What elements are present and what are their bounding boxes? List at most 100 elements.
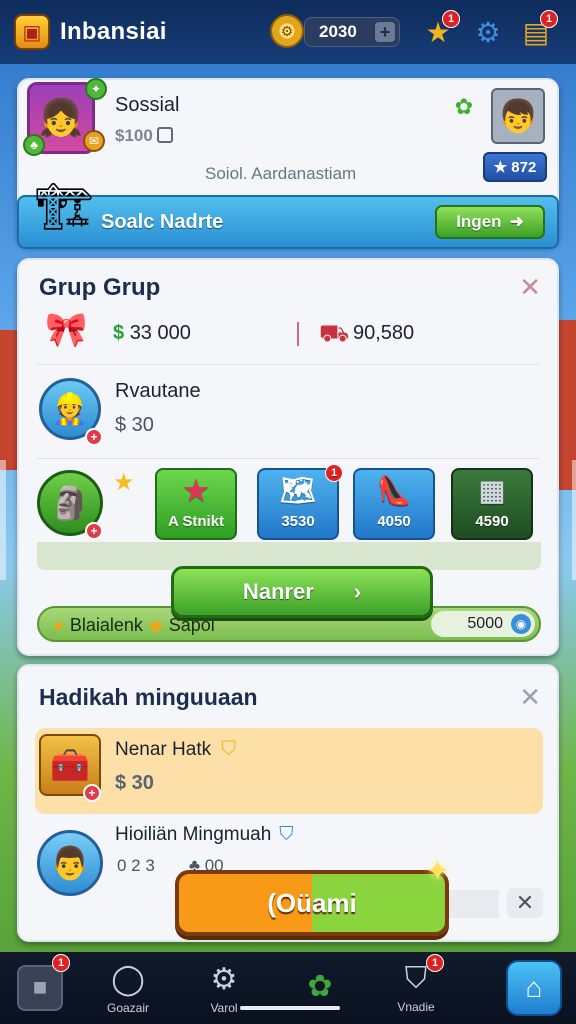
status-left-label: Blaialenk: [69, 615, 143, 635]
nav-badge: 1: [52, 954, 70, 972]
bottom-nav: ■ 1 ◯ Goazair ⚙ Varol ✿ ⛉ 1 Vnadie ⌂: [0, 952, 576, 1024]
arrow-right-icon: ›: [353, 579, 362, 604]
tile-label: A Stnikt: [167, 513, 225, 530]
nav-badge: 1: [426, 954, 444, 972]
group-card: Grup Grup ✕ 🎀 $ 33 000 ⛟ 90,580 👷 + Rvau…: [17, 258, 559, 656]
login-button[interactable]: Ingen ➜: [435, 205, 545, 239]
player-name: Sossial: [115, 94, 180, 116]
tile-stone[interactable]: ▦ 4590: [451, 468, 533, 540]
social-bar: 🏗 Soalc Nadrte Ingen ➜: [17, 180, 559, 249]
nav-item-gear[interactable]: ⚙ Varol: [176, 952, 272, 1024]
top-bar: ▣ Inbansiai ⚙ 2030 + ★ 1 ⚙ ▤ 1: [0, 0, 576, 64]
info-icon[interactable]: [156, 127, 173, 143]
tile-icon: ■: [17, 965, 63, 1011]
reward-item-1-label: Nenar Hatk: [115, 738, 212, 760]
divider: [37, 364, 539, 365]
friends-icon: ✿: [307, 969, 333, 1003]
eye-icon: ◉: [511, 614, 531, 634]
coin-icon: ⚙: [270, 14, 304, 48]
tile-label: 4590: [475, 513, 509, 530]
cart-icon: ⛟: [319, 320, 350, 347]
nav-item-home-tile[interactable]: ■ 1: [0, 952, 80, 1024]
app-logo-icon: ▣: [14, 14, 50, 50]
nav-label: Goazair: [106, 1000, 150, 1015]
reward-close-button[interactable]: ✕: [519, 682, 541, 713]
reward-item-1-title: Nenar Hatk ⛉: [115, 738, 236, 761]
dismiss-button[interactable]: ✕: [507, 888, 543, 918]
status-right[interactable]: 5000 ◉: [431, 611, 535, 637]
reward-item-2-avatar[interactable]: 👨: [37, 830, 103, 896]
nav-label: Vnadie: [397, 1000, 435, 1014]
clover-icon: ♣: [23, 134, 45, 156]
claim-button[interactable]: (Oüami: [175, 870, 449, 936]
shoe-icon: 👠: [376, 475, 412, 506]
sparkle-icon: ✦: [425, 855, 451, 888]
shop-icon: ⛉: [404, 962, 428, 995]
coin-icon: ●: [53, 615, 64, 635]
home-indicator: [240, 1006, 340, 1010]
plus-badge-icon: +: [85, 428, 103, 446]
gift-icon[interactable]: ▤ 1: [518, 10, 558, 50]
nav-item-shop[interactable]: ⛉ 1 Vnadie: [368, 952, 464, 1024]
group-money-a: $ 33 000: [113, 322, 191, 344]
home-button[interactable]: ⌂: [506, 960, 562, 1016]
reward-item-1-price: $ 30: [115, 772, 154, 794]
reward-item-2-title: Hioiliän Mingmuah ⛉: [115, 824, 294, 846]
star-badge: 1: [442, 10, 460, 28]
member-price: $ 30: [115, 414, 154, 436]
profile-subtitle: Soiol. Aardanastiam: [205, 164, 357, 183]
tile-label: 3530: [281, 513, 315, 530]
social-bar-title: Soalc Nadrte: [101, 211, 224, 233]
tower-icon: 🏗: [35, 180, 94, 232]
app-title: Inbansiai: [60, 18, 167, 45]
gift-badge: 1: [540, 10, 558, 28]
friend-avatar[interactable]: 👦: [491, 88, 545, 144]
level-star-icon: ✦: [85, 78, 107, 100]
shield-icon: ⛉: [279, 824, 294, 845]
star-icon: ★: [183, 475, 209, 506]
tile-stnikt[interactable]: ★ A Stnikt: [155, 468, 237, 540]
group-money-b: 90,580: [353, 322, 415, 344]
group-title: Grup Grup: [39, 274, 161, 301]
reward-item-2-label: Hioiliän Mingmuah: [115, 824, 272, 845]
tile-shoe[interactable]: 👠 4050: [353, 468, 435, 540]
plus-badge-icon: +: [83, 784, 101, 802]
coin-value: 2030: [319, 22, 357, 41]
next-button-label: Nanrer: [242, 579, 314, 604]
nav-label: Varol: [210, 1000, 238, 1015]
settings-gear-icon[interactable]: ⚙: [470, 14, 506, 50]
stone-icon: ▦: [478, 475, 506, 506]
reward-title: Hadikah minguuaan: [39, 684, 258, 710]
nav-item-friends[interactable]: ✿: [272, 952, 368, 1024]
next-button[interactable]: Nanrer ›: [171, 566, 433, 618]
status-right-value: 5000: [467, 615, 503, 632]
tile-map[interactable]: 1 🗺 3530: [257, 464, 343, 540]
ribbon-icon: 🎀: [45, 311, 88, 349]
star-icon[interactable]: ★ 1: [420, 10, 460, 50]
arrow-right-icon: ➜: [509, 212, 524, 231]
rank-badge: ★ 872: [483, 152, 547, 182]
nav-item-search[interactable]: ◯ Goazair: [80, 952, 176, 1024]
gear-icon: ⚙: [210, 962, 238, 996]
divider-vertical: [297, 322, 299, 346]
member-name: Rvautane: [115, 380, 201, 402]
reward-card: Hadikah minguuaan ✕ 🧰 + Nenar Hatk ⛉ $ 3…: [17, 664, 559, 942]
status-left: ● Blaialenk ◆ Sapol: [53, 615, 215, 636]
tile-badge: 1: [325, 464, 343, 482]
group-close-button[interactable]: ✕: [519, 272, 541, 303]
ticket-icon: ✉: [83, 130, 105, 152]
divider: [37, 458, 539, 459]
plus-badge-icon: +: [85, 522, 103, 540]
shield-icon: ⛉: [221, 738, 237, 760]
player-coins: $100: [115, 126, 173, 146]
reward-item-2-value-a: 0 2 3: [117, 856, 155, 875]
search-icon: ◯: [111, 962, 145, 996]
status-left-label-2: Sapol: [168, 615, 215, 635]
reward-item-1[interactable]: 🧰 + Nenar Hatk ⛉ $ 30: [35, 728, 543, 814]
login-button-label: Ingen: [456, 212, 502, 231]
tile-label: 4050: [377, 513, 411, 530]
puzzle-icon: ✿: [454, 94, 473, 119]
coin-counter: 2030 +: [304, 17, 400, 47]
add-coins-button[interactable]: +: [375, 22, 395, 42]
shield-icon: ◆: [148, 615, 163, 635]
